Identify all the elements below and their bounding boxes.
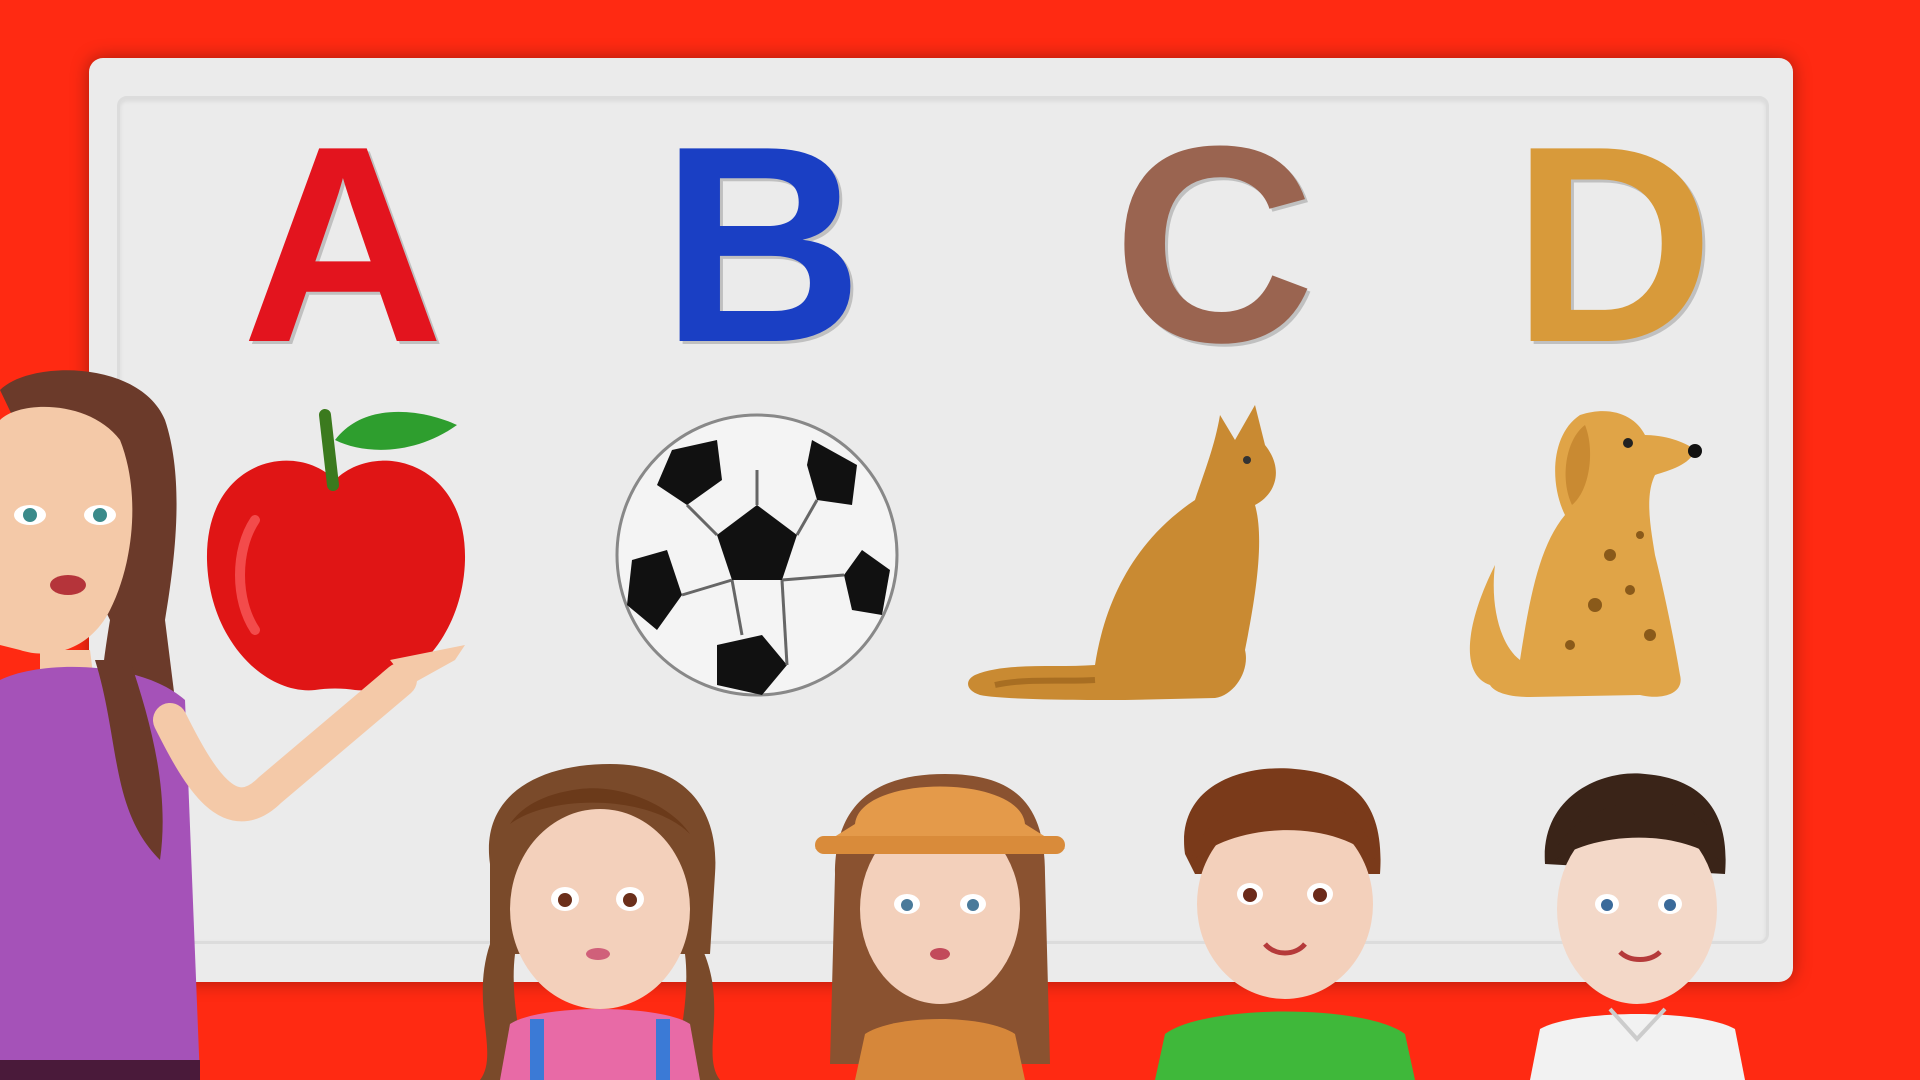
letter-c: C: [1112, 89, 1316, 401]
dog-icon: [1469, 411, 1702, 697]
boy-green-shirt-character: [1155, 768, 1415, 1080]
letter-d: D: [1511, 89, 1715, 401]
girl-braids-character: [480, 764, 720, 1080]
letter-b: B: [660, 89, 864, 401]
cat-icon: [968, 405, 1276, 700]
teacher-character: [0, 370, 465, 1080]
girl-hat-character: [815, 774, 1065, 1080]
boy-white-shirt-character: [1530, 773, 1745, 1080]
letter-a: A: [241, 89, 445, 401]
soccer-ball-icon: [615, 413, 899, 697]
